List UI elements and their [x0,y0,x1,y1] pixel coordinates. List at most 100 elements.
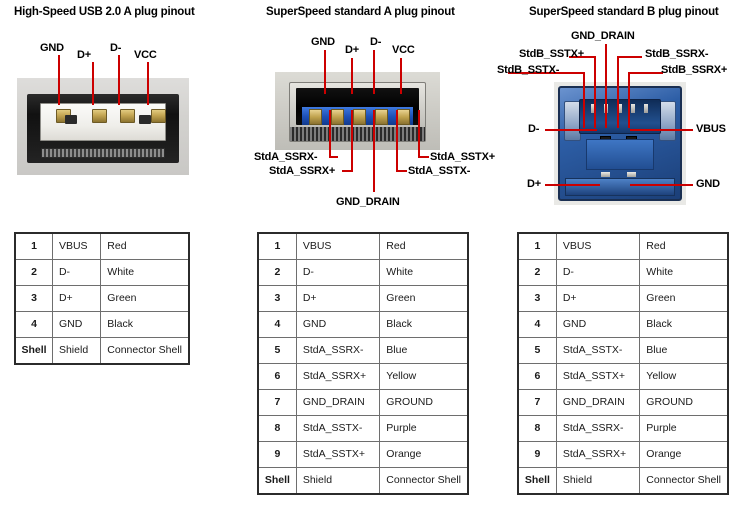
table-row: 1 VBUS Red [257,232,469,260]
ssa-pin-sstx-minus [375,109,388,125]
cell-signal: D- [51,259,102,286]
cell-pin: 6 [517,363,557,390]
cell-signal: StdA_SSTX- [555,337,641,364]
cell-color: Connector Shell [379,467,469,495]
table-row: 6 StdA_SSRX+ Yellow [257,363,469,390]
cell-pin: Shell [257,467,297,495]
cell-color: Black [639,311,729,338]
table-row: 1 VBUS Red [14,232,190,260]
leader-ssa-sstx-plus-v [418,110,420,158]
ssb-bottom-shell [564,178,676,196]
cell-signal: Shield [555,467,641,495]
cell-signal: StdA_SSRX+ [555,441,641,468]
section-title-ssb: SuperSpeed standard B plug pinout [529,6,719,18]
leader-ssa-ssrx-plus-v [351,110,353,172]
ssa-pin-sstx-plus [397,109,410,125]
label-ssa-ssrx-plus: StdA_SSRX+ [269,165,336,177]
table-row: 4 GND Black [257,311,469,338]
cell-pin: 9 [257,441,297,468]
cell-pin: Shell [14,337,53,365]
pinout-table-usb2-body: 1 VBUS Red 2 D- White 3 D+ Green 4 GND B… [14,232,190,365]
table-row: 5 StdA_SSTX- Blue [517,337,729,364]
label-ssb-dminus: D- [528,123,540,135]
label-ssa-gnd-drain: GND_DRAIN [336,196,400,208]
cell-pin: 3 [257,285,297,312]
label-ssa-dminus: D- [370,36,382,48]
usb2-metal-shell [27,94,179,163]
usb2-pin-vcc [151,109,166,123]
table-row: 7 GND_DRAIN GROUND [257,389,469,416]
usb2-shell-lip [41,148,165,158]
leader-ssa-gnd [324,50,326,94]
table-row: 3 D+ Green [517,285,729,312]
section-title-ssa: SuperSpeed standard A plug pinout [266,6,455,18]
pinout-table-ssa: 1 VBUS Red 2 D- White 3 D+ Green 4 GND B… [257,232,469,495]
section-title-usb2: High-Speed USB 2.0 A plug pinout [14,6,195,18]
leader-ssb-gnd-drain-v [605,44,607,128]
leader-ssa-dminus [373,50,375,94]
cell-pin: 7 [517,389,557,416]
cell-signal: Shield [51,337,102,365]
label-ssa-gnd: GND [311,36,335,48]
leader-ssa-vcc [400,58,402,94]
label-ssa-ssrx-minus: StdA_SSRX- [254,151,318,163]
label-usb2-dplus: D+ [77,49,91,61]
usb2-connector-photo [17,78,189,175]
cell-color: Green [379,285,469,312]
cell-color: GROUND [379,389,469,416]
cell-signal: VBUS [51,232,102,260]
cell-signal: StdA_SSRX- [295,337,381,364]
leader-ssb-dplus [545,184,600,186]
label-usb2-vcc: VCC [134,49,157,61]
cell-color: Blue [379,337,469,364]
table-row: 9 StdA_SSRX+ Orange [517,441,729,468]
leader-ssa-ssrx-minus-v [329,110,331,158]
cell-color: Black [379,311,469,338]
table-row: 3 D+ Green [14,285,190,312]
leader-usb2-dplus [92,62,94,105]
leader-ssa-ssrx-minus-h [329,156,338,158]
table-row: 5 StdA_SSRX- Blue [257,337,469,364]
leader-ssa-ssrx-plus-h [342,170,353,172]
leader-ssb-gnd [630,184,693,186]
table-row: 2 D- White [517,259,729,286]
table-row: Shell Shield Connector Shell [517,467,729,495]
cell-pin: 8 [257,415,297,442]
cell-pin: 1 [14,232,53,260]
usb2-notch-right [139,115,151,124]
pinout-table-ssb: 1 VBUS Red 2 D- White 3 D+ Green 4 GND B… [517,232,729,495]
leader-ssb-ssrx-minus-v [617,56,619,128]
label-usb2-gnd: GND [40,42,64,54]
cell-signal: GND_DRAIN [555,389,641,416]
cell-pin: 7 [257,389,297,416]
usb2-plastic-tongue [40,103,166,141]
cell-pin: Shell [517,467,557,495]
cell-color: Connector Shell [100,337,190,365]
cell-pin: 4 [257,311,297,338]
cell-signal: D- [295,259,381,286]
ssb-pin-ssrx-minus [631,104,636,113]
ssa-connector-photo [275,72,440,150]
cell-pin: 4 [517,311,557,338]
cell-color: White [639,259,729,286]
leader-usb2-vcc [147,62,149,105]
cell-color: Purple [379,415,469,442]
cell-signal: D+ [555,285,641,312]
ssb-connector-photo [554,82,686,205]
cell-signal: VBUS [295,232,381,260]
cell-pin: 8 [517,415,557,442]
leader-ssb-ssrx-plus-h [628,72,663,74]
table-row: 4 GND Black [14,311,190,338]
leader-ssb-dminus [545,129,597,131]
cell-pin: 2 [257,259,297,286]
label-ssb-dplus: D+ [527,178,541,190]
cell-color: Red [639,232,729,260]
pinout-table-usb2: 1 VBUS Red 2 D- White 3 D+ Green 4 GND B… [14,232,190,365]
leader-ssb-ssrx-minus-h [617,56,642,58]
leader-ssb-vbus [630,129,693,131]
label-usb2-dminus: D- [110,42,122,54]
pinout-table-ssb-body: 1 VBUS Red 2 D- White 3 D+ Green 4 GND B… [517,232,729,495]
ssa-pin-ssrx-minus [309,109,322,125]
cell-pin: 5 [517,337,557,364]
pinout-table-ssa-body: 1 VBUS Red 2 D- White 3 D+ Green 4 GND B… [257,232,469,495]
